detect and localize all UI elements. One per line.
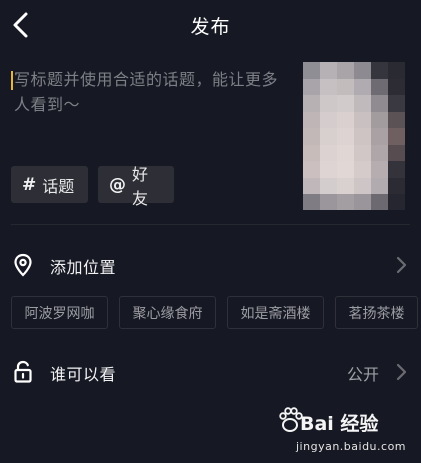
cover-pixel — [371, 177, 388, 194]
at-icon: @ — [109, 174, 126, 195]
unlock-icon — [14, 360, 32, 383]
cover-pixel — [337, 62, 354, 79]
caption-placeholder: 写标题并使用合适的话题，能让更多人看到～ — [14, 70, 279, 114]
cover-pixel — [388, 111, 405, 128]
cover-pixel — [303, 111, 320, 128]
cover-pixel — [388, 95, 405, 112]
location-chip[interactable]: 茗扬茶楼 — [335, 296, 418, 329]
cover-pixel — [388, 62, 405, 79]
section-divider — [11, 224, 410, 225]
caption-input[interactable]: 写标题并使用合适的话题，能让更多人看到～ — [11, 67, 293, 157]
cover-pixel — [371, 78, 388, 95]
text-cursor — [11, 71, 13, 90]
cover-pixel — [337, 177, 354, 194]
location-pin-icon — [14, 253, 32, 277]
cover-pixel — [354, 128, 371, 145]
mention-button-label: 好友 — [132, 164, 149, 208]
cover-pixel — [337, 78, 354, 95]
hashtag-button[interactable]: # 话题 — [11, 166, 88, 203]
cover-pixel — [320, 144, 337, 161]
cover-pixel — [320, 111, 337, 128]
cover-pixel — [320, 161, 337, 178]
pixelated-cover-image — [303, 62, 405, 210]
cover-pixel — [371, 62, 388, 79]
watermark-url: jingyan.baidu.com — [296, 440, 407, 453]
cover-pixel — [303, 144, 320, 161]
cover-pixel — [371, 194, 388, 210]
cover-pixel — [354, 144, 371, 161]
cover-pixel — [388, 177, 405, 194]
cover-pixel — [320, 78, 337, 95]
cover-pixel — [320, 128, 337, 145]
watermark-brand: Bai 经验 — [300, 413, 379, 435]
visibility-value: 公开 — [346, 365, 379, 384]
cover-pixel — [354, 177, 371, 194]
hashtag-button-label: 话题 — [42, 176, 75, 196]
cover-pixel — [337, 111, 354, 128]
cover-pixel — [371, 111, 388, 128]
cover-pixel — [337, 95, 354, 112]
cover-pixel — [354, 161, 371, 178]
cover-pixel — [388, 144, 405, 161]
visibility-row[interactable]: 谁可以看 公开 — [0, 350, 421, 394]
cover-pixel — [371, 95, 388, 112]
mention-friends-button[interactable]: @ 好友 — [98, 165, 174, 208]
cover-pixel — [371, 161, 388, 178]
cover-pixel — [337, 194, 354, 210]
cover-pixel — [337, 128, 354, 145]
cover-pixel — [371, 128, 388, 145]
cover-pixel — [303, 128, 320, 145]
cover-pixel — [354, 194, 371, 210]
cover-pixel — [320, 177, 337, 194]
visibility-label: 谁可以看 — [50, 365, 117, 384]
add-location-row[interactable]: 添加位置 — [0, 243, 421, 287]
cover-pixel — [388, 161, 405, 178]
cover-pixel — [320, 95, 337, 112]
cover-pixel — [388, 78, 405, 95]
top-bar: 发布 — [0, 0, 421, 50]
cover-pixel — [354, 62, 371, 79]
cover-pixel — [354, 78, 371, 95]
location-chip[interactable]: 聚心缘食府 — [119, 296, 216, 329]
cover-pixel — [303, 62, 320, 79]
location-suggestions: 阿波罗网咖 聚心缘食府 如是斋酒楼 茗扬茶楼 — [11, 296, 421, 329]
cover-pixel — [303, 177, 320, 194]
cover-pixel — [303, 194, 320, 210]
cover-pixel — [371, 144, 388, 161]
cover-pixel — [337, 144, 354, 161]
hashtag-icon: # — [22, 174, 37, 195]
cover-pixel — [388, 128, 405, 145]
cover-pixel — [320, 194, 337, 210]
page-title: 发布 — [190, 16, 231, 38]
cover-pixel — [303, 78, 320, 95]
add-location-label: 添加位置 — [50, 258, 117, 277]
cover-pixel — [354, 95, 371, 112]
location-chip[interactable]: 如是斋酒楼 — [227, 296, 324, 329]
cover-pixel — [354, 111, 371, 128]
cover-pixel — [320, 62, 337, 79]
cover-pixel — [388, 194, 405, 210]
video-cover-thumbnail[interactable] — [303, 62, 405, 210]
cover-pixel — [303, 95, 320, 112]
chevron-right-icon — [396, 363, 407, 381]
baidu-jingyan-watermark: Bai 经验 jingyan.baidu.com — [275, 405, 415, 461]
cover-pixel — [337, 161, 354, 178]
cover-pixel — [303, 161, 320, 178]
location-chip[interactable]: 阿波罗网咖 — [11, 296, 108, 329]
chevron-right-icon — [396, 256, 407, 274]
